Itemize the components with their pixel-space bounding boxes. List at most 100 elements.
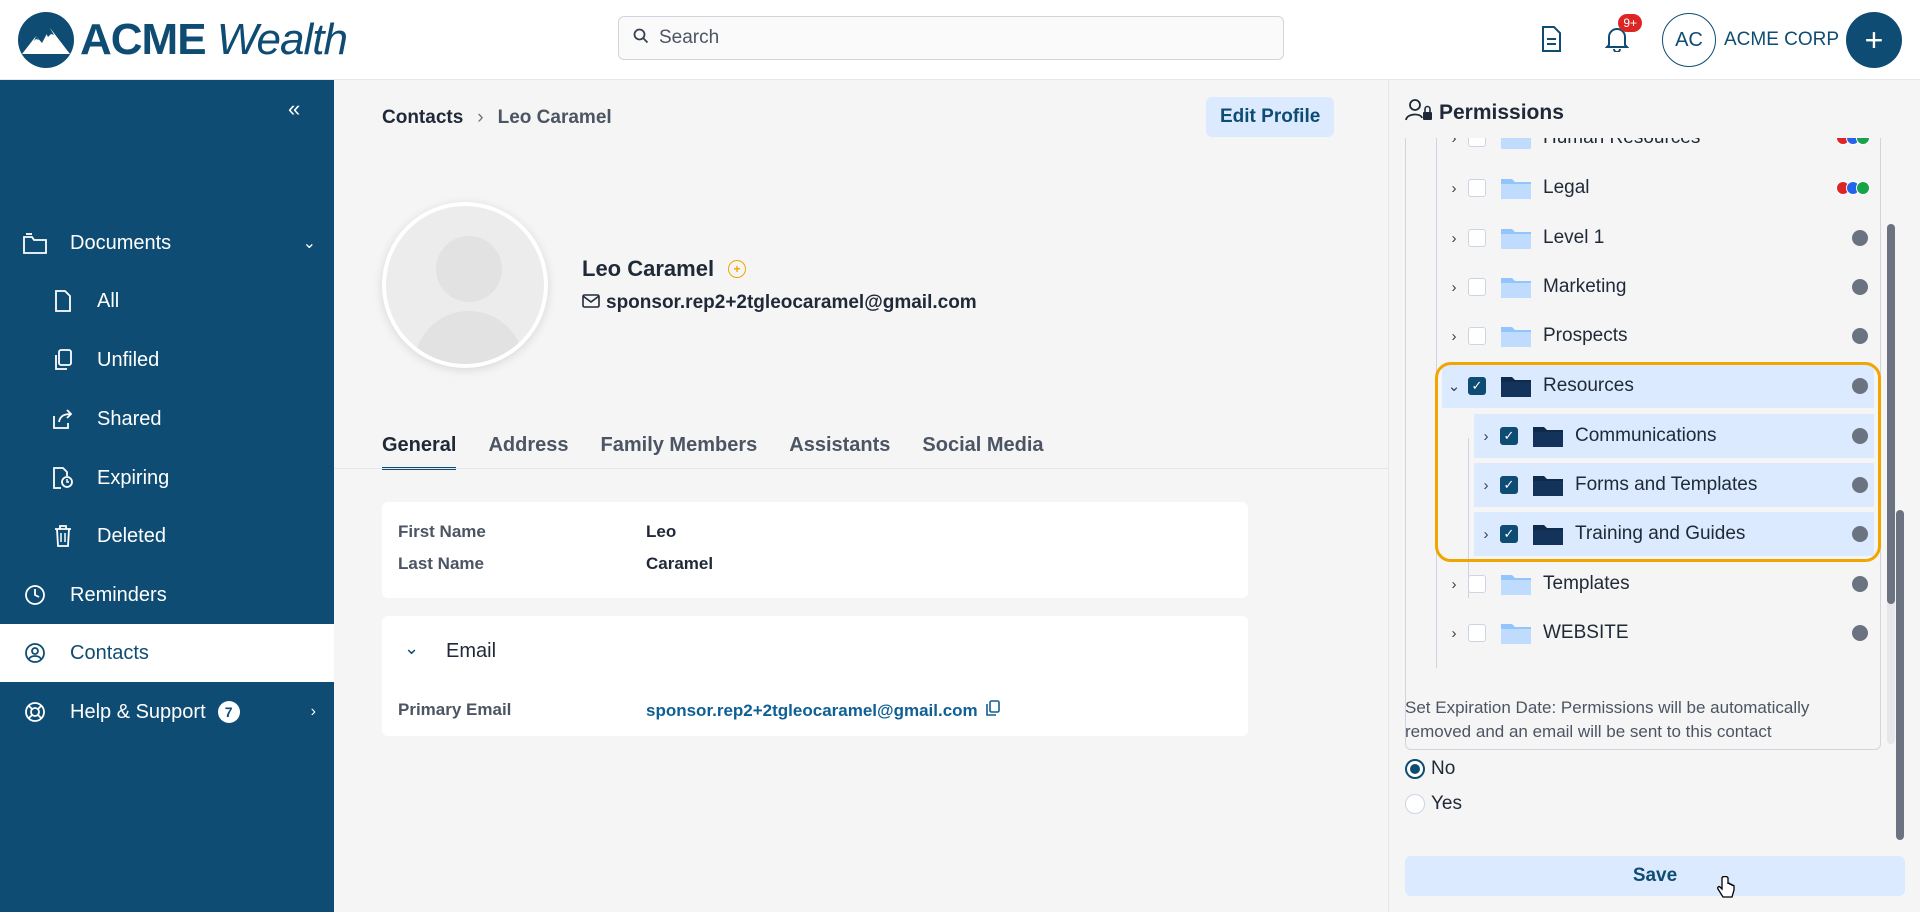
sidebar-item-label: Contacts (70, 641, 149, 664)
search-box[interactable] (618, 16, 1284, 60)
trash-icon (50, 523, 76, 549)
search-input[interactable] (659, 27, 1259, 49)
sidebar-item-label: Unfiled (97, 348, 160, 371)
sidebar-item-label: Documents (70, 231, 172, 254)
profile-name: Leo Caramel + (582, 256, 747, 282)
folder-checkbox[interactable] (1468, 327, 1486, 345)
chevron-down-icon[interactable]: ⌄ (404, 638, 419, 659)
folder-checkbox[interactable] (1468, 138, 1486, 147)
access-indicator-icon (1852, 279, 1868, 295)
sidebar-item-label: Reminders (70, 583, 167, 606)
access-indicator-icon (1852, 230, 1868, 246)
sidebar-item-unfiled[interactable]: Unfiled (0, 331, 334, 389)
chevron-right-icon[interactable]: › (1446, 279, 1462, 296)
folder-row-legal[interactable]: › Legal (1406, 166, 1880, 210)
sidebar-item-deleted[interactable]: Deleted (0, 507, 334, 565)
user-circle-icon (22, 640, 48, 666)
folder-row-prospects[interactable]: › Prospects (1406, 314, 1880, 358)
chevron-right-icon[interactable]: › (1446, 576, 1462, 593)
permissions-panel: Permissions › Human Resources › Legal › … (1388, 80, 1920, 912)
document-icon[interactable] (1534, 22, 1568, 56)
brand-logo[interactable]: ACME Wealth (18, 12, 348, 68)
edit-profile-button[interactable]: Edit Profile (1206, 97, 1335, 137)
copy-icon (50, 347, 76, 373)
tabs-divider (334, 468, 1388, 469)
folder-icon (1500, 226, 1532, 250)
access-indicator-icon (1852, 625, 1868, 641)
profile-avatar[interactable] (382, 202, 548, 368)
top-bar: ACME Wealth 9+ AC ACME CORP + (0, 0, 1920, 80)
sidebar-item-label: Deleted (97, 524, 166, 547)
radio-no-label: No (1431, 758, 1456, 779)
chevron-right-icon[interactable]: › (1446, 625, 1462, 642)
folder-icon (1500, 275, 1532, 299)
folder-checkbox[interactable] (1468, 624, 1486, 642)
sidebar-item-label: Expiring (97, 466, 170, 489)
email-card: ⌄ Email Primary Email sponsor.rep2+2tgle… (382, 616, 1248, 736)
expiration-option-yes[interactable]: Yes (1405, 793, 1462, 815)
sidebar-item-all[interactable]: All (0, 272, 334, 330)
notification-bell-icon[interactable]: 9+ (1600, 14, 1642, 56)
folder-row-website[interactable]: › WEBSITE (1406, 611, 1880, 655)
folder-icon (22, 230, 48, 256)
radio-yes-label: Yes (1431, 793, 1462, 814)
folder-label: Templates (1543, 573, 1630, 594)
tree-scrollbar-thumb[interactable] (1887, 224, 1895, 604)
favorite-icon[interactable]: + (728, 260, 747, 278)
collapse-sidebar-icon[interactable]: « (288, 96, 300, 122)
sidebar-item-shared[interactable]: Shared (0, 390, 334, 448)
profile-email: sponsor.rep2+2tgleocaramel@gmail.com (582, 292, 977, 314)
chevron-right-icon: › (310, 703, 316, 720)
email-section-title[interactable]: Email (446, 640, 496, 663)
permissions-title-text: Permissions (1439, 101, 1564, 124)
profile-tabs: General Address Family Members Assistant… (382, 434, 1076, 470)
folder-checkbox[interactable] (1468, 575, 1486, 593)
first-name-label: First Name (398, 522, 486, 541)
radio-yes[interactable] (1405, 794, 1425, 814)
copy-icon[interactable] (985, 700, 1000, 721)
mail-icon (582, 292, 600, 314)
folder-row-level-1[interactable]: › Level 1 (1406, 216, 1880, 260)
tab-general[interactable]: General (382, 434, 457, 470)
access-indicator-icon (1852, 576, 1868, 592)
chevron-right-icon[interactable]: › (1446, 230, 1462, 247)
sidebar-item-expiring[interactable]: Expiring (0, 449, 334, 507)
chevron-right-icon[interactable]: › (1446, 328, 1462, 345)
save-button[interactable]: Save (1405, 856, 1905, 896)
folder-checkbox[interactable] (1468, 229, 1486, 247)
radio-no[interactable] (1405, 759, 1425, 779)
sidebar-item-reminders[interactable]: Reminders (0, 566, 334, 624)
folder-icon (1500, 324, 1532, 348)
chevron-right-icon[interactable]: › (1446, 180, 1462, 197)
expiration-description: Set Expiration Date: Permissions will be… (1405, 698, 1810, 741)
tab-social-media[interactable]: Social Media (922, 434, 1043, 470)
panel-scrollbar[interactable] (1896, 510, 1904, 840)
tab-family-members[interactable]: Family Members (601, 434, 758, 470)
clock-icon (22, 582, 48, 608)
tab-address[interactable]: Address (488, 434, 568, 470)
tree-scrollbar[interactable] (1887, 224, 1895, 744)
folder-checkbox[interactable] (1468, 179, 1486, 197)
folder-label: Human Resources (1543, 138, 1700, 149)
file-clock-icon (50, 465, 76, 491)
expiration-option-no[interactable]: No (1405, 758, 1455, 780)
primary-email-link[interactable]: sponsor.rep2+2tgleocaramel@gmail.com (646, 701, 978, 721)
file-icon (50, 288, 76, 314)
folder-row-templates[interactable]: › Templates (1406, 562, 1880, 606)
sidebar-item-help-support[interactable]: Help & Support 7 › (0, 683, 334, 741)
sidebar-item-contacts[interactable]: Contacts (0, 624, 334, 682)
folder-row-human-resources[interactable]: › Human Resources (1406, 138, 1880, 160)
tab-assistants[interactable]: Assistants (789, 434, 890, 470)
folder-row-marketing[interactable]: › Marketing (1406, 265, 1880, 309)
chevron-right-icon[interactable]: › (1446, 138, 1462, 147)
org-name[interactable]: ACME CORP (1724, 29, 1839, 51)
add-button[interactable]: + (1846, 12, 1902, 68)
chevron-right-icon: › (477, 107, 484, 128)
hand-cursor-icon (1716, 875, 1736, 905)
notification-badge: 9+ (1618, 14, 1642, 32)
breadcrumb-contacts[interactable]: Contacts (382, 107, 463, 129)
folder-checkbox[interactable] (1468, 278, 1486, 296)
user-avatar[interactable]: AC (1662, 13, 1716, 67)
last-name-value: Caramel (646, 554, 714, 573)
sidebar-item-documents[interactable]: Documents ⌄ (0, 214, 334, 272)
